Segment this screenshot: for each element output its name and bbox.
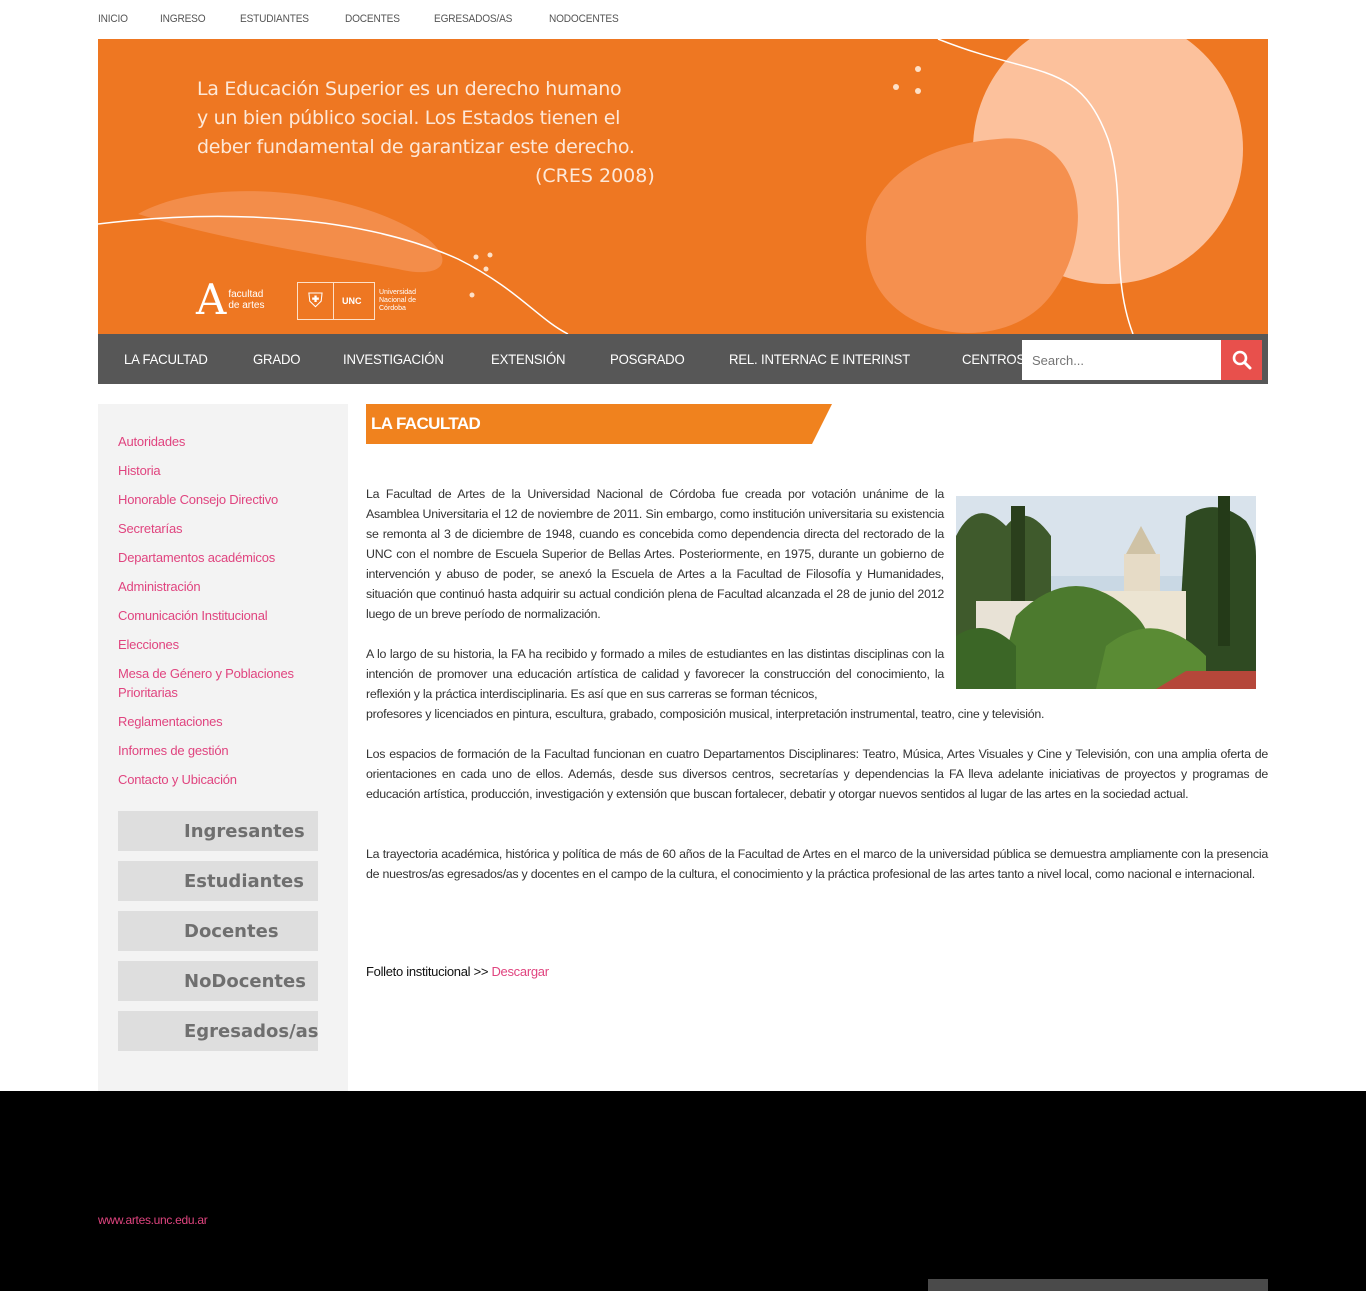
footer: www.artes.unc.edu.ar [0, 1091, 1366, 1291]
search-icon [1232, 350, 1251, 370]
sidebar-item-contacto[interactable]: Contacto y Ubicación [98, 770, 348, 789]
folleto-label: Folleto institucional >> [366, 964, 492, 979]
sidebar-item-administracion[interactable]: Administración [98, 577, 348, 596]
main-nav-posgrado[interactable]: POSGRADO [610, 351, 685, 367]
folleto-line: Folleto institucional >> Descargar [366, 964, 549, 979]
main-nav-investigacion[interactable]: INVESTIGACIÓN [343, 351, 444, 367]
top-nav-ingreso[interactable]: INGRESO [160, 13, 206, 25]
unc-logo: ⛨ UNC Universidad Nacional de Córdoba [297, 282, 429, 320]
sidebar-item-mesa-genero[interactable]: Mesa de Género y Poblaciones Prioritaria… [98, 664, 348, 702]
main-nav-grado[interactable]: GRADO [253, 351, 301, 367]
paragraph-formation-part2: profesores y licenciados en pintura, esc… [366, 707, 1045, 721]
sidebar-item-secretarias[interactable]: Secretarías [98, 519, 348, 538]
sidebar-menu: Autoridades Historia Honorable Consejo D… [98, 432, 348, 789]
sidebar-item-comunicacion[interactable]: Comunicación Institucional [98, 606, 348, 625]
fa-logo-mark: A [196, 275, 227, 324]
ingresantes-label: Ingresantes [184, 820, 305, 842]
sidebar-item-autoridades[interactable]: Autoridades [98, 432, 348, 451]
egresados-button[interactable]: Egresados/as [118, 1011, 319, 1051]
quote-line: deber fundamental de garantizar este der… [197, 136, 635, 158]
sidebar-item-departamentos[interactable]: Departamentos académicos [98, 548, 348, 567]
sidebar: Autoridades Historia Honorable Consejo D… [98, 404, 348, 1091]
top-nav-inicio[interactable]: INICIO [98, 13, 128, 25]
quick-access: Ingresantes Estudiantes Docentes NoDocen… [98, 811, 348, 1051]
page-title-banner: LA FACULTAD [366, 404, 832, 444]
top-nav-docentes[interactable]: DOCENTES [345, 13, 400, 25]
estudiantes-label: Estudiantes [184, 870, 304, 892]
estudiantes-button[interactable]: Estudiantes [118, 861, 318, 901]
main-nav-centros[interactable]: CENTROS [962, 351, 1025, 367]
search-box [1022, 340, 1262, 380]
sidebar-item-consejo[interactable]: Honorable Consejo Directivo [98, 490, 348, 509]
banner-quote: La Educación Superior es un derecho huma… [197, 75, 667, 162]
top-nav-nodocentes[interactable]: NODOCENTES [549, 13, 619, 25]
nodocentes-button[interactable]: NoDocentes [118, 961, 318, 1001]
fa-logo-text: facultad de artes [228, 289, 265, 311]
docentes-label: Docentes [184, 920, 279, 942]
footer-bar [928, 1279, 1268, 1291]
main-nav-extension[interactable]: EXTENSIÓN [491, 351, 566, 367]
quote-line: y un bien público social. Los Estados ti… [197, 107, 621, 129]
quote-line: La Educación Superior es un derecho huma… [197, 78, 622, 100]
unc-name: Universidad Nacional de Córdoba [379, 289, 416, 312]
paragraph-departments: Los espacios de formación de la Facultad… [366, 747, 1268, 801]
top-nav: INICIO INGRESO ESTUDIANTES DOCENTES EGRE… [98, 0, 655, 38]
top-nav-estudiantes[interactable]: ESTUDIANTES [240, 13, 309, 25]
descargar-link[interactable]: Descargar [491, 964, 549, 979]
sidebar-item-elecciones[interactable]: Elecciones [98, 635, 348, 654]
main-nav-la-facultad[interactable]: LA FACULTAD [124, 351, 208, 367]
docentes-button[interactable]: Docentes [118, 911, 318, 951]
main-nav: LA FACULTAD GRADO INVESTIGACIÓN EXTENSIÓ… [98, 334, 1268, 384]
page-title: LA FACULTAD [371, 414, 481, 433]
search-button[interactable] [1221, 340, 1262, 380]
unc-seal-icon: ⛨ [298, 283, 334, 319]
quote-source: (CRES 2008) [535, 165, 655, 187]
paragraph-trajectory: La trayectoria académica, histórica y po… [366, 847, 1268, 881]
ingresantes-button[interactable]: Ingresantes [118, 811, 318, 851]
paragraph-formation-part1: A lo largo de su historia, la FA ha reci… [366, 647, 944, 701]
main-nav-rel-internac[interactable]: REL. INTERNAC E INTERINST [729, 351, 910, 367]
search-input[interactable] [1022, 340, 1221, 380]
paragraph-formation: A lo largo de su historia, la FA ha reci… [366, 644, 1268, 724]
unc-abbr: UNC [342, 296, 362, 306]
sidebar-item-informes[interactable]: Informes de gestión [98, 741, 348, 760]
top-nav-egresados[interactable]: EGRESADOS/AS [434, 13, 512, 25]
paragraph-history: La Facultad de Artes de la Universidad N… [366, 487, 944, 621]
sidebar-item-reglamentaciones[interactable]: Reglamentaciones [98, 712, 348, 731]
footer-url[interactable]: www.artes.unc.edu.ar [98, 1213, 208, 1227]
unc-logo-box: ⛨ UNC [297, 282, 375, 320]
facultad-artes-logo: A facultad de artes [196, 279, 270, 321]
header-banner[interactable]: La Educación Superior es un derecho huma… [98, 39, 1268, 334]
main-content: LA FACULTAD La Facultad de Artes de la U… [366, 404, 1268, 979]
nodocentes-label: NoDocentes [184, 970, 306, 992]
sidebar-item-historia[interactable]: Historia [98, 461, 348, 480]
egresados-label: Egresados/as [184, 1020, 319, 1042]
